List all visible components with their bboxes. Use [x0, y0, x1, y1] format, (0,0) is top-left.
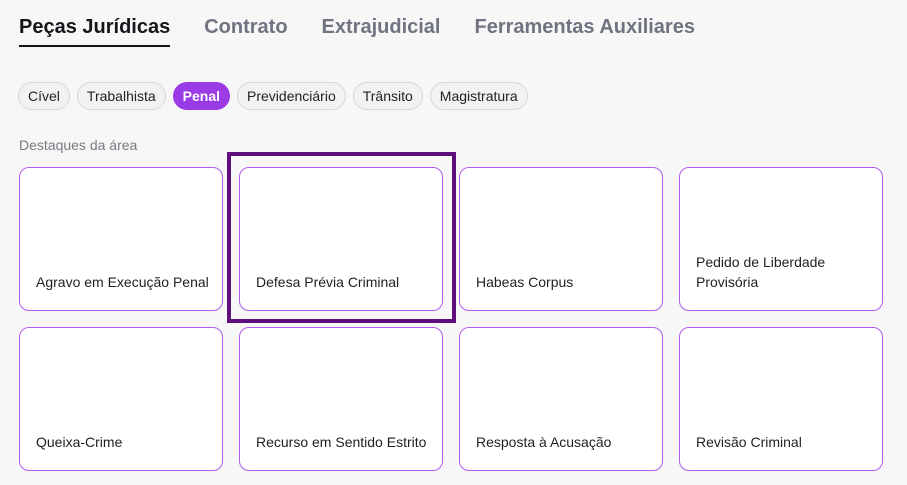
- card-title: Pedido de Liberdade Provisória: [696, 254, 826, 290]
- document-cards-grid: Agravo em Execução Penal Defesa Prévia C…: [19, 167, 883, 471]
- tab-pecas-juridicas[interactable]: Peças Jurídicas: [19, 16, 171, 47]
- card-title: Defesa Prévia Criminal: [256, 274, 400, 290]
- chip-magistratura[interactable]: Magistratura: [429, 82, 528, 110]
- tab-ferramentas-auxiliares[interactable]: Ferramentas Auxiliares: [474, 16, 694, 47]
- area-filter-chips: Cível Trabalhista Penal Previdenciário T…: [18, 82, 528, 110]
- chip-transito[interactable]: Trânsito: [352, 82, 423, 110]
- chip-penal[interactable]: Penal: [172, 82, 231, 110]
- card-title: Queixa-Crime: [36, 434, 123, 450]
- card-pedido-de-liberdade-provisoria[interactable]: Pedido de Liberdade Provisória: [679, 167, 883, 311]
- card-queixa-crime[interactable]: Queixa-Crime: [19, 327, 223, 471]
- card-agravo-em-execucao-penal[interactable]: Agravo em Execução Penal: [19, 167, 223, 311]
- chip-previdenciario[interactable]: Previdenciário: [237, 82, 346, 110]
- card-title: Resposta à Acusação: [476, 434, 612, 450]
- card-title: Revisão Criminal: [696, 434, 802, 450]
- card-habeas-corpus[interactable]: Habeas Corpus: [459, 167, 663, 311]
- card-revisao-criminal[interactable]: Revisão Criminal: [679, 327, 883, 471]
- card-title: Agravo em Execução Penal: [36, 274, 209, 290]
- category-tabs: Peças Jurídicas Contrato Extrajudicial F…: [19, 16, 695, 47]
- tab-contrato[interactable]: Contrato: [204, 16, 287, 47]
- chip-trabalhista[interactable]: Trabalhista: [76, 82, 166, 110]
- card-title: Habeas Corpus: [476, 274, 574, 290]
- section-label: Destaques da área: [19, 137, 138, 153]
- card-resposta-a-acusacao[interactable]: Resposta à Acusação: [459, 327, 663, 471]
- card-title: Recurso em Sentido Estrito: [256, 434, 427, 450]
- tab-extrajudicial[interactable]: Extrajudicial: [322, 16, 441, 47]
- card-defesa-previa-criminal[interactable]: Defesa Prévia Criminal: [239, 167, 443, 311]
- card-recurso-em-sentido-estrito[interactable]: Recurso em Sentido Estrito: [239, 327, 443, 471]
- chip-civel[interactable]: Cível: [18, 82, 70, 110]
